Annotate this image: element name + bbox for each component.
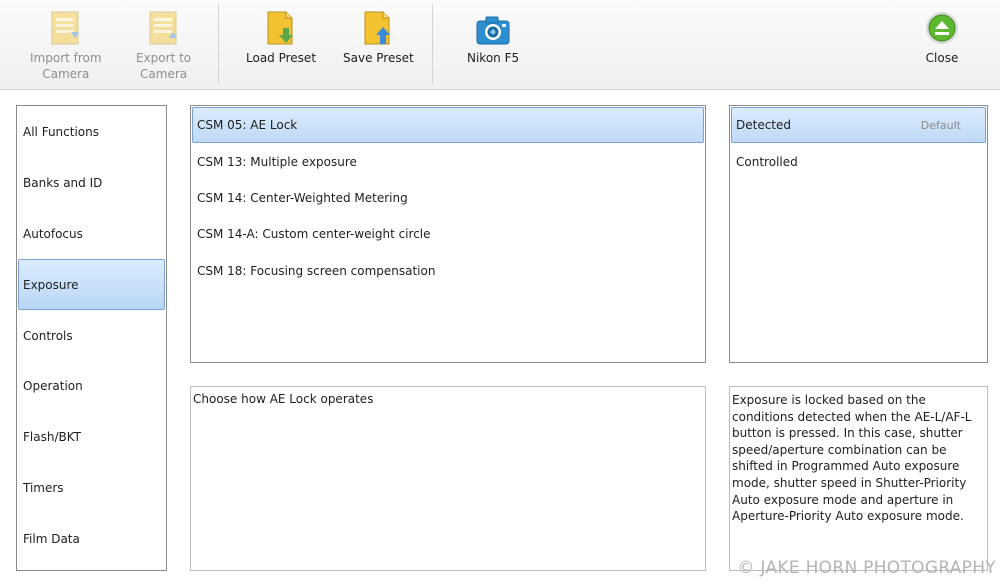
nav-item-timers[interactable]: Timers bbox=[18, 463, 165, 514]
option-label: Detected bbox=[736, 118, 792, 133]
settings-list-item[interactable]: CSM 18: Focusing screen compensation bbox=[192, 253, 704, 289]
export-to-camera-button[interactable]: Export to Camera bbox=[136, 6, 191, 82]
option-item-detected[interactable]: Detected Default bbox=[731, 107, 986, 144]
load-preset-button[interactable]: Load Preset bbox=[246, 6, 316, 66]
nav-item-exposure[interactable]: Exposure bbox=[18, 259, 165, 311]
option-item-controlled[interactable]: Controlled bbox=[731, 143, 986, 179]
nav-item-operation[interactable]: Operation bbox=[18, 361, 165, 412]
camera-model-label: Nikon F5 bbox=[467, 51, 520, 65]
folder-down-arrow-icon bbox=[264, 6, 298, 46]
load-preset-label: Load Preset bbox=[246, 51, 317, 65]
option-label: Controlled bbox=[736, 154, 798, 169]
custom-settings-list: CSM 05: AE Lock CSM 13: Multiple exposur… bbox=[190, 105, 706, 363]
folder-camera-import-icon bbox=[49, 6, 83, 46]
settings-list-item[interactable]: CSM 14-A: Custom center-weight circle bbox=[192, 216, 704, 252]
category-nav: All Functions Banks and ID Autofocus Exp… bbox=[16, 105, 167, 571]
toolbar-separator bbox=[432, 4, 433, 84]
nav-item-banks-and-id[interactable]: Banks and ID bbox=[18, 158, 165, 209]
nav-item-flash-bkt[interactable]: Flash/BKT bbox=[18, 412, 165, 463]
toolbar: Import from Camera Export to Camera Load… bbox=[0, 0, 1000, 90]
save-preset-button[interactable]: Save Preset bbox=[343, 6, 414, 66]
save-preset-label: Save Preset bbox=[343, 51, 414, 65]
watermark: © JAKE HORN PHOTOGRAPHY bbox=[737, 558, 996, 578]
folder-camera-export-icon bbox=[147, 6, 181, 46]
camera-model-button[interactable]: Nikon F5 bbox=[467, 6, 519, 66]
settings-list-item[interactable]: CSM 13: Multiple exposure bbox=[192, 143, 704, 179]
option-help-box: Exposure is locked based on the conditio… bbox=[729, 386, 988, 571]
default-badge: Default bbox=[920, 118, 961, 132]
nav-item-autofocus[interactable]: Autofocus bbox=[18, 209, 165, 260]
option-help-text: Exposure is locked based on the conditio… bbox=[732, 393, 972, 524]
folder-up-arrow-icon bbox=[361, 6, 395, 46]
eject-circle-icon bbox=[924, 6, 960, 46]
import-from-camera-button[interactable]: Import from Camera bbox=[30, 6, 102, 82]
setting-description-box: Choose how AE Lock operates bbox=[190, 386, 706, 571]
setting-description-text: Choose how AE Lock operates bbox=[193, 392, 374, 406]
import-label-line2: Camera bbox=[42, 67, 90, 81]
camera-icon bbox=[475, 6, 511, 46]
close-button[interactable]: Close bbox=[924, 6, 960, 66]
settings-list-item[interactable]: CSM 14: Center-Weighted Metering bbox=[192, 180, 704, 216]
export-label-line1: Export to bbox=[136, 51, 192, 65]
nav-item-all-functions[interactable]: All Functions bbox=[18, 107, 165, 158]
nav-item-film-data[interactable]: Film Data bbox=[18, 513, 165, 564]
setting-options-list: Detected Default Controlled bbox=[729, 105, 988, 363]
close-label: Close bbox=[925, 51, 959, 65]
settings-list-item[interactable]: CSM 05: AE Lock bbox=[192, 107, 704, 144]
toolbar-separator bbox=[218, 4, 219, 84]
nav-item-controls[interactable]: Controls bbox=[18, 310, 165, 361]
import-label-line1: Import from bbox=[30, 51, 102, 65]
export-label-line2: Camera bbox=[140, 67, 188, 81]
